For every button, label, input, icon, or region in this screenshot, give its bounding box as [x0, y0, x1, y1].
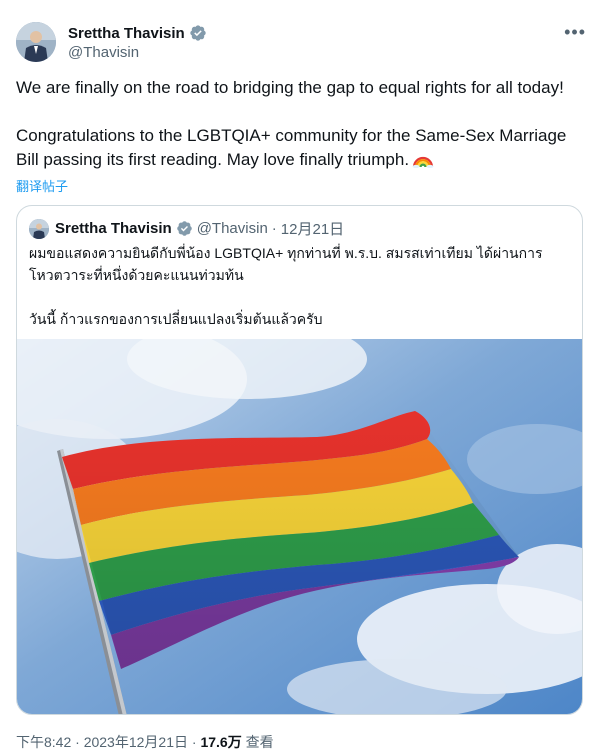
meta-separator: · — [75, 734, 80, 750]
quoted-text-line2: วันนี้ ก้าวแรกของการเปลี่ยนแปลงเริ่มต้นแ… — [29, 311, 323, 327]
tweet-text-line1: We are finally on the road to bridging t… — [16, 78, 564, 97]
translate-post-link[interactable]: 翻译帖子 — [16, 176, 68, 195]
author-avatar[interactable] — [16, 22, 56, 62]
author-name-row: Srettha Thavisin — [68, 24, 207, 42]
tweet-text: We are finally on the road to bridging t… — [16, 76, 590, 172]
quoted-tweet-card[interactable]: Srettha Thavisin @Thavisin · 12月21日 ผมขอ… — [16, 205, 583, 715]
author-handle[interactable]: @Thavisin — [68, 44, 139, 61]
tweet-text-line2: Congratulations to the LGBTQIA+ communit… — [16, 124, 590, 172]
quoted-date: 12月21日 — [280, 221, 345, 238]
quoted-author-handle: @Thavisin — [196, 220, 268, 237]
meta-separator: · — [191, 734, 197, 750]
verified-badge-icon — [190, 25, 206, 41]
views-label: 查看 — [245, 734, 274, 750]
quoted-separator: · — [271, 220, 277, 237]
tweet-meta: 下午8:42 · 2023年12月21日 · 17.6万 查看 — [16, 732, 274, 752]
quoted-avatar-image — [29, 218, 49, 239]
rainbow-emoji — [412, 156, 434, 168]
verified-badge-icon — [176, 221, 192, 236]
rainbow-flag-image — [17, 319, 582, 714]
author-display-name[interactable]: Srettha Thavisin — [68, 25, 185, 42]
avatar-image — [16, 22, 56, 62]
quoted-text-line1: ผมขอแสดงความยินดีกับพี่น้อง LGBTQIA+ ทุก… — [29, 245, 543, 283]
quoted-author-avatar — [29, 218, 49, 239]
tweet-text-line2-content: Congratulations to the LGBTQIA+ communit… — [16, 126, 567, 169]
more-options-icon[interactable]: ••• — [564, 22, 586, 43]
post-date[interactable]: 2023年12月21日 — [84, 734, 188, 750]
rainbow-flag-photo[interactable] — [17, 319, 582, 714]
quoted-author-name: Srettha Thavisin — [55, 220, 172, 237]
quoted-tweet-header: Srettha Thavisin @Thavisin · 12月21日 — [29, 218, 344, 239]
quoted-tweet-text: ผมขอแสดงความยินดีกับพี่น้อง LGBTQIA+ ทุก… — [29, 242, 569, 330]
post-time[interactable]: 下午8:42 — [16, 734, 71, 750]
views-count: 17.6万 — [200, 734, 242, 750]
tweet-header: Srettha Thavisin @Thavisin ••• — [16, 18, 590, 66]
quoted-paragraph-gap — [29, 286, 569, 308]
